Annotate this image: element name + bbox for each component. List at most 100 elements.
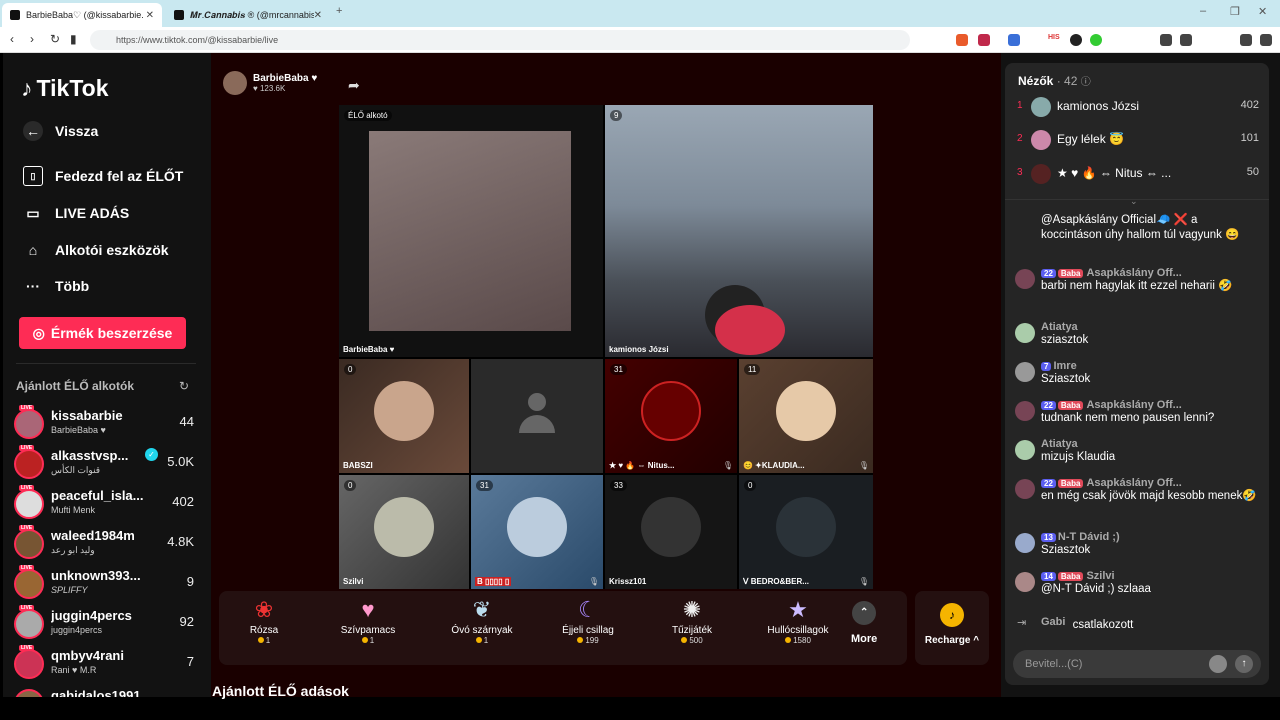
guest-video-cell[interactable]: 0 Szilvi xyxy=(339,475,469,589)
tab-title: 𝑴𝒓.𝑪𝒂𝒏𝒏𝒂𝒃𝒊𝒔 ® (@mrcannabis... xyxy=(189,9,314,20)
avatar[interactable] xyxy=(1015,323,1035,343)
creator-tools-icon: ⌂ xyxy=(28,242,38,258)
tab-title: BarbieBaba♡ (@kissabarbie... xyxy=(26,9,144,20)
extension-icon[interactable] xyxy=(978,34,990,46)
nav-back[interactable]: ← Vissza xyxy=(23,121,98,141)
chevron-down-icon[interactable]: ⌄ xyxy=(1130,196,1138,207)
back-icon[interactable]: ‹ xyxy=(10,32,14,46)
gift-name: Hullócsillagok xyxy=(767,625,829,636)
top-viewer[interactable]: 1 kamionos Józsi 402 xyxy=(1017,95,1259,119)
guest-name: ᐯ BEDRO&BER... xyxy=(743,577,809,586)
gift-shooting-star[interactable]: ★ Hullócsillagok 1580 xyxy=(753,597,843,645)
avatar[interactable] xyxy=(1015,572,1035,592)
url-field[interactable]: https://www.tiktok.com/@kissabarbie/live xyxy=(90,30,910,50)
chat-message: 22 Baba Asapkáslány Off... tudnank nem men… xyxy=(1015,399,1259,426)
menu-icon[interactable] xyxy=(1260,34,1272,46)
more-dots-icon: ··· xyxy=(26,278,40,294)
creator-item[interactable]: LIVE waleed1984m وليد ابو رعد 4.8K xyxy=(14,525,194,565)
top-viewer[interactable]: 2 Egy lélek 😇 101 xyxy=(1017,128,1259,152)
restore-icon[interactable]: ❐ xyxy=(1230,5,1240,18)
message-author[interactable]: Atiatya xyxy=(1041,321,1259,333)
guest-video-cell[interactable]: 0 BABSZI xyxy=(339,359,469,473)
guest-video-cell[interactable]: 9 kamionos Józsi xyxy=(605,105,873,357)
creator-item[interactable]: LIVE qmbyv4rani Rani ♥ M.R 7 xyxy=(14,645,194,685)
tab-barbiebaba[interactable]: BarbieBaba♡ (@kissabarbie... ✕ xyxy=(2,3,162,27)
gift-bar: ❀ Rózsa 1 ♥ Szívpamacs 1 ❦ Óvó szárnyak … xyxy=(219,591,907,665)
new-tab-icon[interactable]: + xyxy=(336,5,342,17)
chat-input[interactable]: Bevitel...(C) ↑ xyxy=(1013,650,1261,678)
guest-video-cell[interactable]: 0 ᐯ BEDRO&BER... 🎙 xyxy=(739,475,873,589)
reload-icon[interactable]: ↻ xyxy=(50,32,60,46)
extension-icon[interactable] xyxy=(1090,34,1102,46)
message-meta[interactable]: 14 Baba Szilvi xyxy=(1041,570,1259,582)
viewer-score: 402 xyxy=(1240,99,1259,111)
gift-firework[interactable]: ✺ Tűzijáték 500 xyxy=(647,597,737,645)
message-meta[interactable]: 22 Baba Asapkáslány Off... xyxy=(1041,399,1259,411)
nav-creator-tools[interactable]: ⌂ Alkotói eszközök xyxy=(23,240,169,260)
emoji-icon[interactable] xyxy=(1209,655,1227,673)
message-meta[interactable]: 13 N-T Dávid ;) xyxy=(1041,531,1259,543)
brave-shield-icon[interactable] xyxy=(956,34,968,46)
gift-wings[interactable]: ❦ Óvó szárnyak 1 xyxy=(437,597,527,645)
viewer-count: 7 xyxy=(186,654,194,669)
avatar[interactable] xyxy=(1015,533,1035,553)
translate-icon[interactable] xyxy=(1008,34,1020,46)
refresh-icon[interactable]: ↻ xyxy=(179,379,189,393)
music-icon[interactable] xyxy=(1160,34,1172,46)
more-label: More xyxy=(851,633,878,645)
viewers-header[interactable]: Nézők · 42 ⓘ xyxy=(1018,73,1091,88)
creator-item[interactable]: LIVE alkasstvsp... ✓ قنوات الكأس 5.0K xyxy=(14,445,194,485)
host-video-cell[interactable]: ÉLŐ alkotó BarbieBaba ♥ xyxy=(339,105,603,357)
chat-message: 14 Baba Szilvi @N-T Dávid ;) szlaaa xyxy=(1015,570,1259,597)
guest-video-cell[interactable]: 11 😊 ✦KLAUDIA... 🎙 xyxy=(739,359,873,473)
avatar[interactable] xyxy=(1015,269,1035,289)
nav-go-live[interactable]: ▭ LIVE ADÁS xyxy=(23,203,129,223)
guest-video-cell[interactable]: 31 ★ ♥ 🔥 ⇔ Nitus... 🎙 xyxy=(605,359,737,473)
tab-mrcannabis[interactable]: 𝑴𝒓.𝑪𝒂𝒏𝒏𝒂𝒃𝒊𝒔 ® (@mrcannabis... ✕ xyxy=(166,3,330,27)
message-meta[interactable]: 22 Baba Asapkáslány Off... xyxy=(1041,267,1259,279)
avatar xyxy=(14,529,44,559)
creator-item[interactable]: LIVE unknown393... SPLIFFY 9 xyxy=(14,565,194,605)
sidebar-icon[interactable] xyxy=(1180,34,1192,46)
gift-night-star[interactable]: ☾ Éjjeli csillag 199 xyxy=(543,597,633,645)
nav-label: Vissza xyxy=(55,123,99,139)
send-icon[interactable]: ↑ xyxy=(1235,655,1253,673)
forward-icon[interactable]: › xyxy=(30,32,34,46)
close-tab-icon[interactable]: ✕ xyxy=(314,10,322,21)
message-author[interactable]: Gabi xyxy=(1041,616,1065,628)
guest-video-cell[interactable]: 33 Krissz101 xyxy=(605,475,737,589)
message-meta[interactable]: 22 Baba Asapkáslány Off... xyxy=(1041,477,1259,489)
nav-explore-live[interactable]: ▯ Fedezd fel az ÉLŐT xyxy=(23,166,183,186)
empty-seat-cell[interactable] xyxy=(471,359,603,473)
host-info[interactable]: BarbieBaba ♥ ♥ 123.6K xyxy=(223,71,317,95)
creator-item[interactable]: LIVE juggin4percs juggin4percs 92 xyxy=(14,605,194,645)
bookmark-icon[interactable]: ▮ xyxy=(70,32,77,46)
avatar[interactable] xyxy=(1015,401,1035,421)
top-viewer[interactable]: 3 ★ ♥ 🔥 ⇔ Nitus ⇔ ... 50 xyxy=(1017,162,1259,186)
avatar[interactable] xyxy=(1015,479,1035,499)
tiktok-logo[interactable]: ♪ TikTok xyxy=(21,75,109,102)
get-coins-button[interactable]: ◎ Érmék beszerzése xyxy=(19,317,186,349)
his-extension-icon[interactable]: HIS xyxy=(1048,34,1064,46)
message-author[interactable]: Atiatya xyxy=(1041,438,1259,450)
minimize-icon[interactable]: – xyxy=(1200,5,1206,17)
extension-icon[interactable] xyxy=(1070,34,1082,46)
avatar[interactable] xyxy=(1015,362,1035,382)
gift-rose[interactable]: ❀ Rózsa 1 xyxy=(219,597,309,645)
recharge-button[interactable]: ♪ Recharge ^ xyxy=(915,591,989,665)
message-meta[interactable]: 7 Imre xyxy=(1041,360,1259,372)
creator-item[interactable]: LIVE kissabarbie BarbieBaba ♥ 44 xyxy=(14,405,194,445)
share-icon[interactable]: ➦ xyxy=(348,77,360,94)
nav-more[interactable]: ··· Több xyxy=(23,276,89,296)
shield-icon[interactable] xyxy=(1240,34,1252,46)
gift-heart-puff[interactable]: ♥ Szívpamacs 1 xyxy=(323,597,413,645)
avatar[interactable] xyxy=(1015,440,1035,460)
guest-video-cell[interactable]: 31 B ▯▯▯▯ ▯ 🎙 xyxy=(471,475,603,589)
close-window-icon[interactable]: ✕ xyxy=(1258,5,1267,18)
creator-item[interactable]: gabidalos1991 xyxy=(14,685,194,697)
info-icon[interactable]: ⓘ xyxy=(1081,77,1091,88)
close-tab-icon[interactable]: ✕ xyxy=(146,10,154,21)
viewers-title: Nézők xyxy=(1018,74,1054,88)
creator-item[interactable]: LIVE peaceful_isla... Mufti Menk 402 xyxy=(14,485,194,525)
more-gifts-button[interactable]: ⌃ More xyxy=(851,601,877,645)
